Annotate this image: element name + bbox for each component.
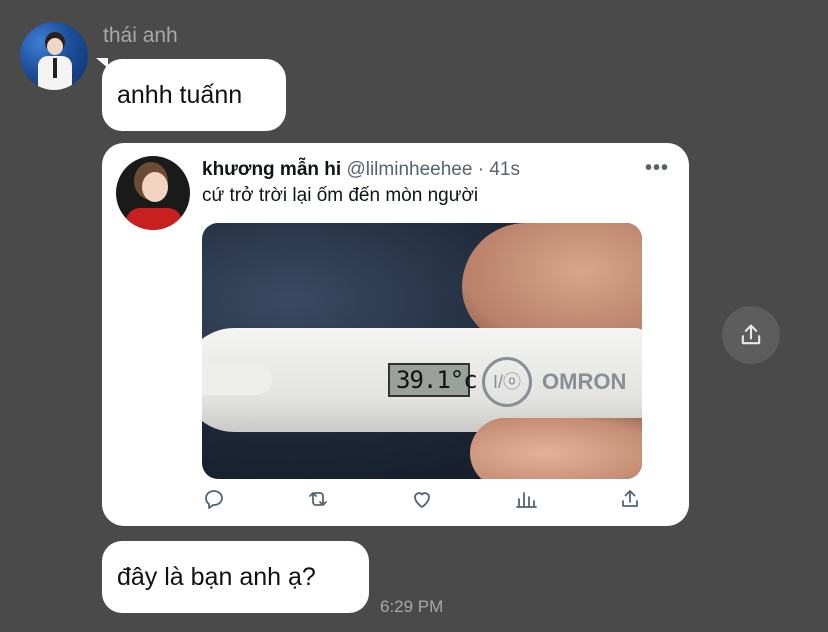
message-bubble[interactable]: anhh tuấnn	[102, 59, 286, 131]
message-text: đây là bạn anh ạ?	[117, 562, 316, 591]
photo-finger-top	[462, 223, 642, 343]
thermometer-brand: OMRON	[542, 369, 627, 394]
share-icon[interactable]	[618, 487, 642, 511]
avatar-shirt	[126, 208, 182, 230]
more-options-icon[interactable]: •••	[645, 157, 669, 180]
share-icon	[741, 324, 761, 345]
avatar-face	[142, 172, 168, 202]
analytics-icon[interactable]	[514, 487, 538, 511]
share-button[interactable]	[722, 306, 780, 364]
tweet-action-bar	[202, 487, 642, 511]
avatar-tie	[53, 58, 57, 78]
tweet-card[interactable]: khương mẫn hi @lilminheehee · 41s ••• cứ…	[102, 143, 689, 526]
photo-finger-bottom	[470, 418, 642, 479]
message-timestamp: 6:29 PM	[380, 597, 444, 616]
avatar-head	[47, 38, 63, 55]
tweet-author-avatar[interactable]	[116, 156, 190, 230]
reply-icon[interactable]	[202, 487, 226, 511]
tweet-header: khương mẫn hi @lilminheehee · 41s	[202, 159, 520, 181]
thermometer-tip	[202, 363, 272, 395]
message-text: anhh tuấnn	[117, 80, 243, 109]
sender-name: thái anh	[103, 24, 178, 47]
like-icon[interactable]	[410, 487, 434, 511]
tweet-time[interactable]: 41s	[489, 159, 520, 180]
thermometer-power-button: I/ⓞ	[482, 357, 532, 407]
tweet-photo[interactable]: 39.1°c I/ⓞ OMRON	[202, 223, 642, 479]
retweet-icon[interactable]	[306, 487, 330, 511]
tweet-separator: ·	[477, 159, 485, 180]
sender-avatar[interactable]	[20, 22, 88, 90]
tweet-text: cứ trở trời lại ốm đến mòn người	[202, 185, 479, 206]
tweet-handle[interactable]: @lilminheehee	[346, 159, 472, 180]
thermometer-lcd: 39.1°c	[388, 363, 478, 397]
tweet-display-name[interactable]: khương mẫn hi	[202, 159, 341, 180]
message-bubble[interactable]: đây là bạn anh ạ?	[102, 541, 369, 613]
